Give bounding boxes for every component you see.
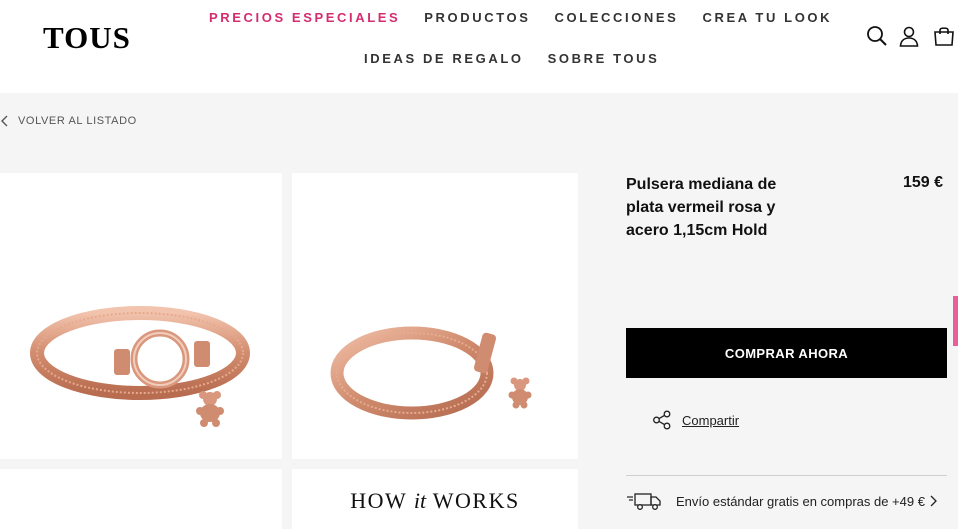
- how-title-pre: HOW: [350, 488, 414, 513]
- main-nav-row-1: PRECIOS ESPECIALES PRODUCTOS COLECCIONES…: [209, 10, 856, 25]
- nav-ideas-de-regalo[interactable]: IDEAS DE REGALO: [364, 51, 524, 66]
- product-title: Pulsera mediana de plata vermeil rosa y …: [626, 176, 777, 239]
- how-title-post: WORKS: [426, 488, 520, 513]
- nav-precios-especiales[interactable]: PRECIOS ESPECIALES: [209, 10, 400, 25]
- user-icon[interactable]: [898, 25, 920, 47]
- share-label: Compartir: [682, 412, 740, 428]
- back-to-listing-link[interactable]: VOLVER AL LISTADO: [0, 114, 137, 128]
- shipping-text: Envío estándar gratis en compras de +49 …: [676, 493, 925, 509]
- product-price: 159 €: [902, 174, 943, 191]
- how-it-works-card[interactable]: HOW it WORKS: [292, 469, 578, 529]
- section-divider: [626, 475, 947, 476]
- product-image-secondary[interactable]: [292, 173, 578, 459]
- nav-colecciones[interactable]: COLECCIONES: [555, 10, 679, 25]
- bracelet-side-image: [330, 326, 532, 420]
- search-icon[interactable]: [866, 25, 888, 47]
- how-title-it: it: [413, 488, 427, 513]
- share-icon: [653, 410, 671, 430]
- shopping-bag-icon[interactable]: [933, 25, 955, 47]
- product-image-main[interactable]: [0, 173, 282, 459]
- nav-productos[interactable]: PRODUCTOS: [424, 10, 530, 25]
- tous-logo[interactable]: TOUS: [43, 20, 131, 56]
- nav-sobre-tous[interactable]: SOBRE TOUS: [548, 51, 660, 66]
- chevron-left-icon: [1, 115, 8, 127]
- delivery-truck-icon: [627, 493, 661, 510]
- share-link[interactable]: Compartir: [652, 410, 739, 430]
- main-nav-row-2: IDEAS DE REGALO SOBRE TOUS: [364, 51, 683, 66]
- site-header: TOUS PRECIOS ESPECIALES PRODUCTOS COLECC…: [0, 0, 958, 93]
- buy-now-button[interactable]: COMPRAR AHORA: [626, 328, 947, 378]
- nav-crea-tu-look[interactable]: CREA TU LOOK: [702, 10, 832, 25]
- chevron-right-icon: [930, 495, 937, 507]
- how-it-works-title: HOW it WORKS: [292, 488, 578, 514]
- shipping-info[interactable]: Envío estándar gratis en compras de +49 …: [626, 491, 947, 511]
- back-link-label: VOLVER AL LISTADO: [18, 115, 137, 127]
- side-feedback-tab[interactable]: [953, 296, 958, 346]
- bracelet-front-image: [30, 306, 250, 427]
- product-image-third[interactable]: [0, 469, 282, 529]
